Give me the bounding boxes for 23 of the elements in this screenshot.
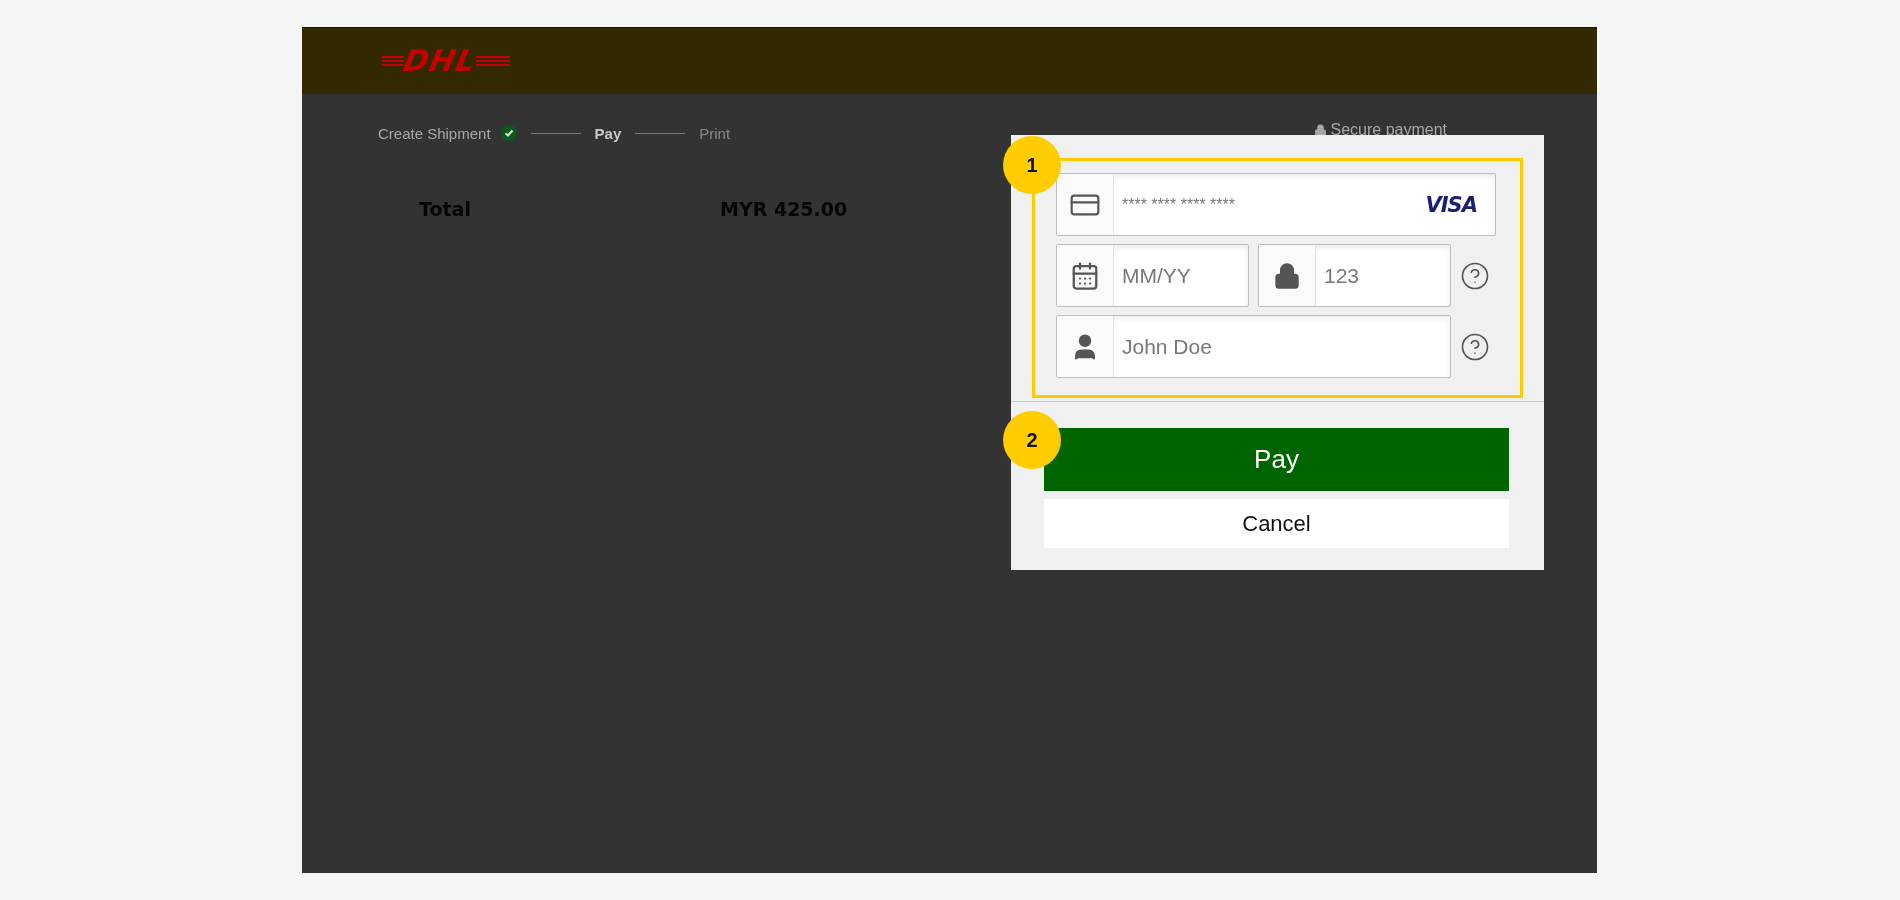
help-icon[interactable] bbox=[1460, 331, 1490, 362]
logo-text: DHL bbox=[400, 46, 480, 76]
step-label: Print bbox=[699, 124, 731, 142]
secure-payment-label: Secure payment bbox=[1330, 121, 1447, 139]
step-label: Create Shipment bbox=[378, 124, 491, 142]
input-group[interactable]: 123 bbox=[1258, 244, 1451, 307]
callout-badge: 1 bbox=[1003, 136, 1061, 194]
expiry-field[interactable]: MM/YY bbox=[1114, 245, 1248, 306]
input-group[interactable]: John Doe bbox=[1056, 315, 1451, 378]
logo-stripes-icon bbox=[476, 55, 511, 67]
calendar-icon bbox=[1070, 260, 1100, 291]
help-icon[interactable] bbox=[1460, 260, 1490, 291]
cancel-button[interactable]: Cancel bbox=[1044, 499, 1509, 548]
callout-badge: 2 bbox=[1003, 411, 1061, 469]
input-group[interactable]: **** **** **** **** VISA bbox=[1056, 173, 1496, 236]
card-brand-logo: VISA bbox=[1425, 192, 1477, 217]
step-label: Pay bbox=[594, 124, 622, 142]
cvv-field[interactable]: 123 bbox=[1316, 245, 1450, 306]
input-group[interactable]: MM/YY bbox=[1056, 244, 1249, 307]
card-number-field[interactable]: **** **** **** **** bbox=[1114, 174, 1426, 235]
logo-stripes-icon bbox=[382, 55, 404, 67]
cardholder-field[interactable]: John Doe bbox=[1114, 316, 1450, 377]
pay-button[interactable]: Pay bbox=[1044, 428, 1509, 491]
